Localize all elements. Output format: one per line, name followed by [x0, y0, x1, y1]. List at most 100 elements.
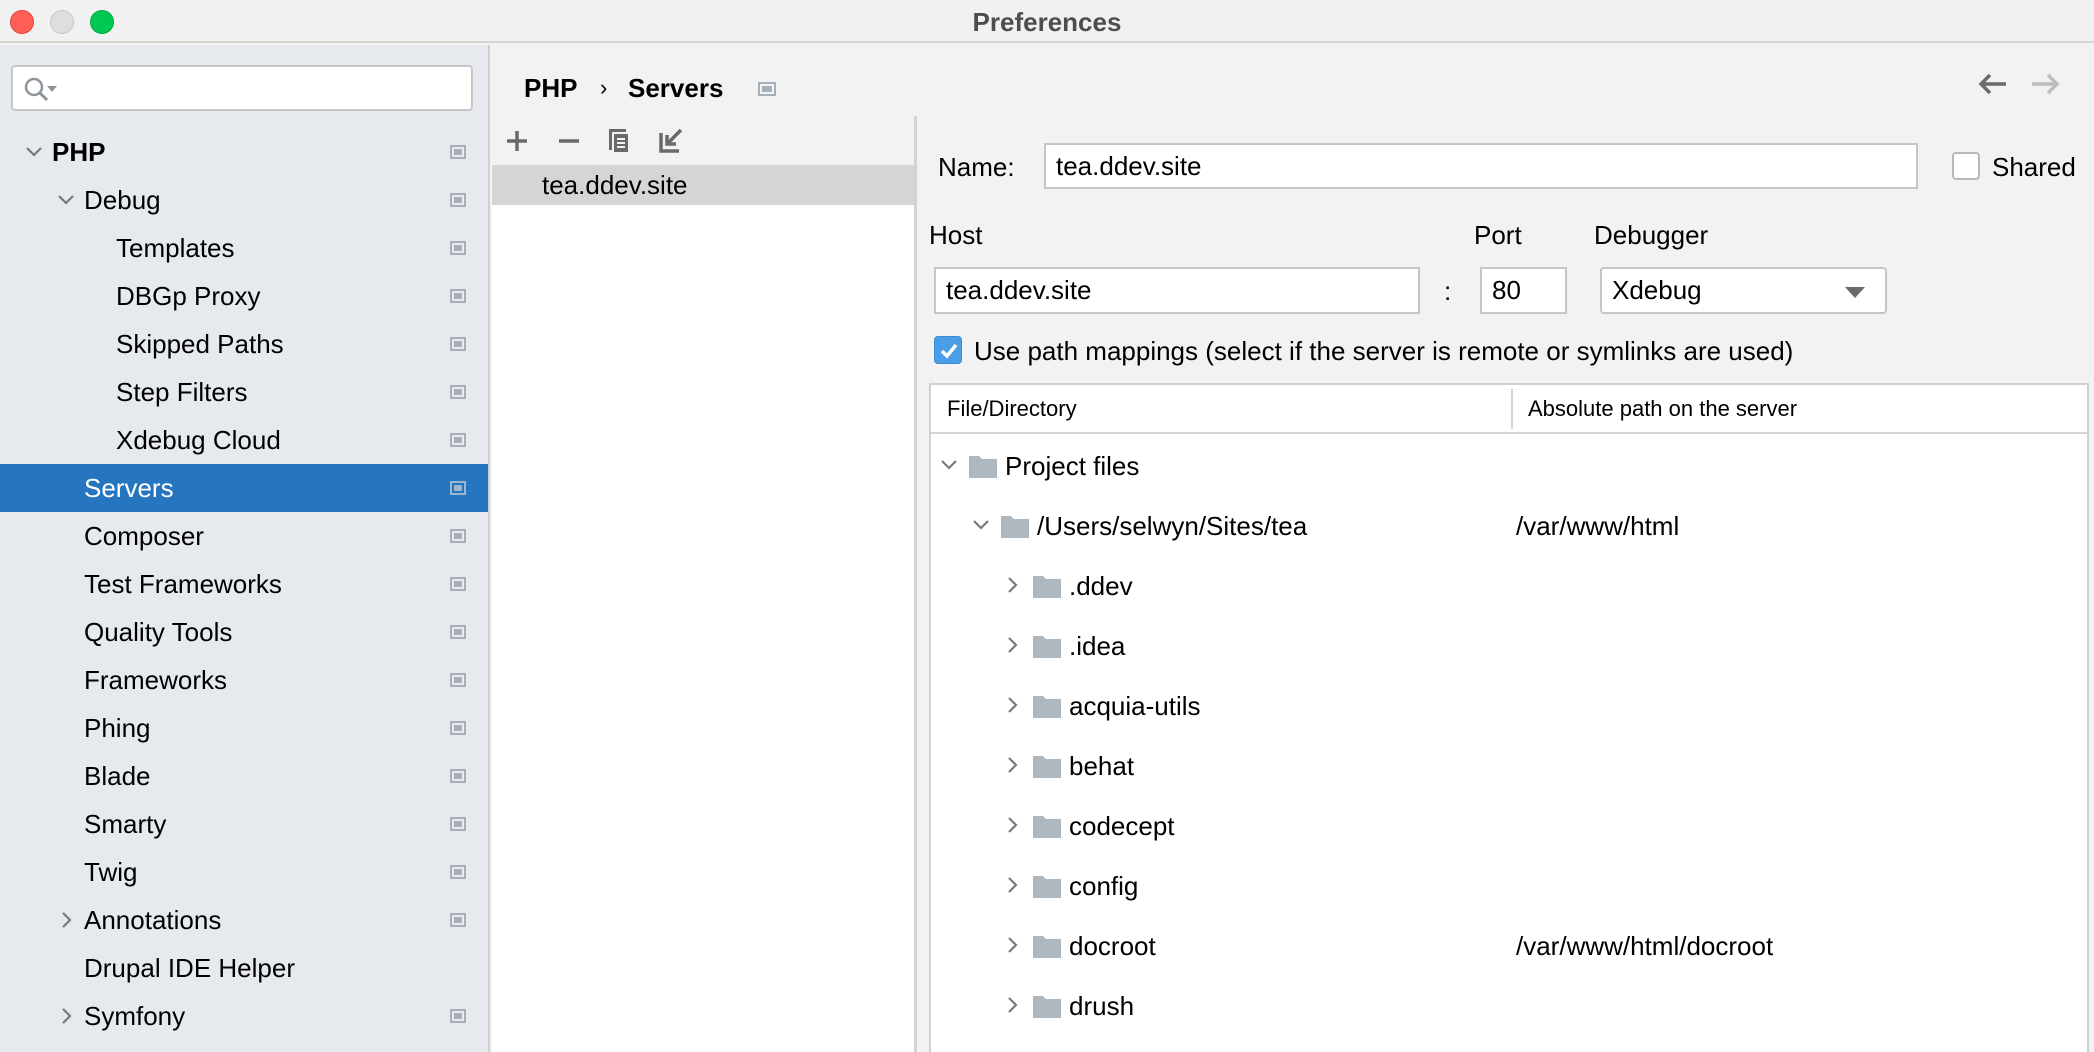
table-row[interactable]: Project files	[931, 435, 2087, 495]
sidebar-item-php[interactable]: PHP	[0, 128, 488, 176]
project-level-icon	[450, 913, 466, 927]
local-path: codecept	[1069, 811, 1175, 841]
table-row[interactable]: .ddev	[931, 555, 2087, 615]
chevron-right-icon[interactable]	[1003, 753, 1023, 777]
sidebar-item-label: Xdebug Cloud	[116, 425, 281, 455]
sidebar-item-symfony[interactable]: Symfony	[0, 992, 488, 1040]
chevron-right-icon[interactable]	[1003, 693, 1023, 717]
folder-icon	[1033, 814, 1061, 838]
sidebar-item-label: Drupal IDE Helper	[84, 953, 295, 983]
sidebar-item-smarty[interactable]: Smarty	[0, 800, 488, 848]
chevron-right-icon[interactable]	[1003, 633, 1023, 657]
chevron-right-icon[interactable]	[1003, 993, 1023, 1017]
server-name-value: tea.ddev.site	[1056, 150, 1202, 181]
chevron-right-icon[interactable]	[54, 896, 78, 944]
chevron-right-icon[interactable]	[1003, 813, 1023, 837]
table-row[interactable]: config	[931, 855, 2087, 915]
sidebar-item-test-frameworks[interactable]: Test Frameworks	[0, 560, 488, 608]
sidebar-item-quality-tools[interactable]: Quality Tools	[0, 608, 488, 656]
sidebar-item-frameworks[interactable]: Frameworks	[0, 656, 488, 704]
title-bar: Preferences	[0, 0, 2094, 43]
debugger-select[interactable]: Xdebug	[1600, 267, 1887, 314]
table-row[interactable]: docroot/var/www/html/docroot	[931, 915, 2087, 975]
table-row[interactable]: acquia-utils	[931, 675, 2087, 735]
sidebar-item-servers[interactable]: Servers	[0, 464, 488, 512]
table-row[interactable]: drush	[931, 975, 2087, 1035]
project-level-icon	[450, 721, 466, 735]
path-mappings-checkbox[interactable]	[934, 336, 962, 364]
name-label: Name:	[938, 152, 1015, 182]
sidebar-item-debug[interactable]: Debug	[0, 176, 488, 224]
sidebar-item-label: Debug	[84, 185, 161, 215]
server-list-item[interactable]: tea.ddev.site	[492, 165, 916, 205]
sidebar-item-label: Composer	[84, 521, 204, 551]
local-path: .ddev	[1069, 571, 1133, 601]
sidebar-item-templates[interactable]: Templates	[0, 224, 488, 272]
chevron-down-icon[interactable]	[971, 513, 991, 537]
sidebar-item-xdebug-cloud[interactable]: Xdebug Cloud	[0, 416, 488, 464]
copy-server-button[interactable]	[602, 124, 636, 158]
chevron-right-icon[interactable]	[54, 992, 78, 1040]
table-row[interactable]: .idea	[931, 615, 2087, 675]
project-level-icon	[450, 577, 466, 591]
chevron-down-icon[interactable]	[939, 453, 959, 477]
column-header-server-path[interactable]: Absolute path on the server	[1528, 385, 1797, 432]
shared-checkbox[interactable]	[1952, 152, 1980, 180]
remove-server-button[interactable]	[552, 124, 586, 158]
column-header-file-directory[interactable]: File/Directory	[947, 385, 1077, 432]
servers-toolbar	[492, 118, 916, 165]
chevron-right-icon[interactable]	[1003, 873, 1023, 897]
sidebar-item-drupal-ide-helper[interactable]: Drupal IDE Helper	[0, 944, 488, 992]
table-row[interactable]: codecept	[931, 795, 2087, 855]
folder-icon	[1033, 934, 1061, 958]
chevron-down-icon[interactable]	[54, 176, 78, 224]
folder-icon	[1001, 514, 1029, 538]
project-level-icon	[450, 193, 466, 207]
column-divider[interactable]	[1511, 389, 1513, 429]
import-server-button[interactable]	[654, 124, 688, 158]
add-server-button[interactable]	[500, 124, 534, 158]
local-path: Project files	[1005, 451, 1140, 481]
server-path[interactable]: /var/www/html/docroot	[1516, 931, 1773, 962]
host-label: Host	[929, 220, 983, 250]
server-name-input[interactable]: tea.ddev.site	[1044, 143, 1918, 189]
sidebar-item-skipped-paths[interactable]: Skipped Paths	[0, 320, 488, 368]
sidebar-item-label: Quality Tools	[84, 617, 233, 647]
host-input[interactable]: tea.ddev.site	[934, 267, 1420, 314]
sidebar-item-step-filters[interactable]: Step Filters	[0, 368, 488, 416]
sidebar-item-blade[interactable]: Blade	[0, 752, 488, 800]
back-button[interactable]	[1978, 72, 2008, 102]
settings-search-input[interactable]	[11, 65, 473, 111]
checkmark-icon	[940, 343, 958, 359]
host-value: tea.ddev.site	[946, 275, 1092, 305]
project-level-icon	[450, 481, 466, 495]
project-level-icon	[450, 385, 466, 399]
server-path[interactable]: /var/www/html	[1516, 511, 1679, 542]
project-level-icon	[450, 1009, 466, 1023]
port-label: Port	[1474, 220, 1522, 250]
forward-button[interactable]	[2030, 72, 2060, 102]
sidebar-item-label: Twig	[84, 857, 138, 887]
chevron-right-icon[interactable]	[1003, 573, 1023, 597]
sidebar-item-composer[interactable]: Composer	[0, 512, 488, 560]
local-path: docroot	[1069, 931, 1156, 961]
breadcrumb-separator-icon: ›	[600, 75, 608, 100]
server-name: tea.ddev.site	[542, 170, 688, 200]
sidebar-item-twig[interactable]: Twig	[0, 848, 488, 896]
table-row[interactable]: behat	[931, 735, 2087, 795]
sidebar-item-label: Smarty	[84, 809, 167, 839]
pane-splitter[interactable]	[914, 116, 917, 1052]
local-path: drush	[1069, 991, 1135, 1021]
table-row[interactable]: /Users/selwyn/Sites/tea/var/www/html	[931, 495, 2087, 555]
sidebar-item-annotations[interactable]: Annotations	[0, 896, 488, 944]
port-input[interactable]: 80	[1480, 267, 1567, 314]
sidebar-item-dbgp-proxy[interactable]: DBGp Proxy	[0, 272, 488, 320]
remove-icon	[559, 139, 579, 143]
chevron-down-icon[interactable]	[22, 128, 46, 176]
chevron-right-icon[interactable]	[1003, 933, 1023, 957]
project-level-icon	[450, 529, 466, 543]
breadcrumb-parent[interactable]: PHP	[524, 70, 577, 106]
sidebar-item-phing[interactable]: Phing	[0, 704, 488, 752]
project-level-icon	[450, 289, 466, 303]
folder-icon	[1033, 574, 1061, 598]
